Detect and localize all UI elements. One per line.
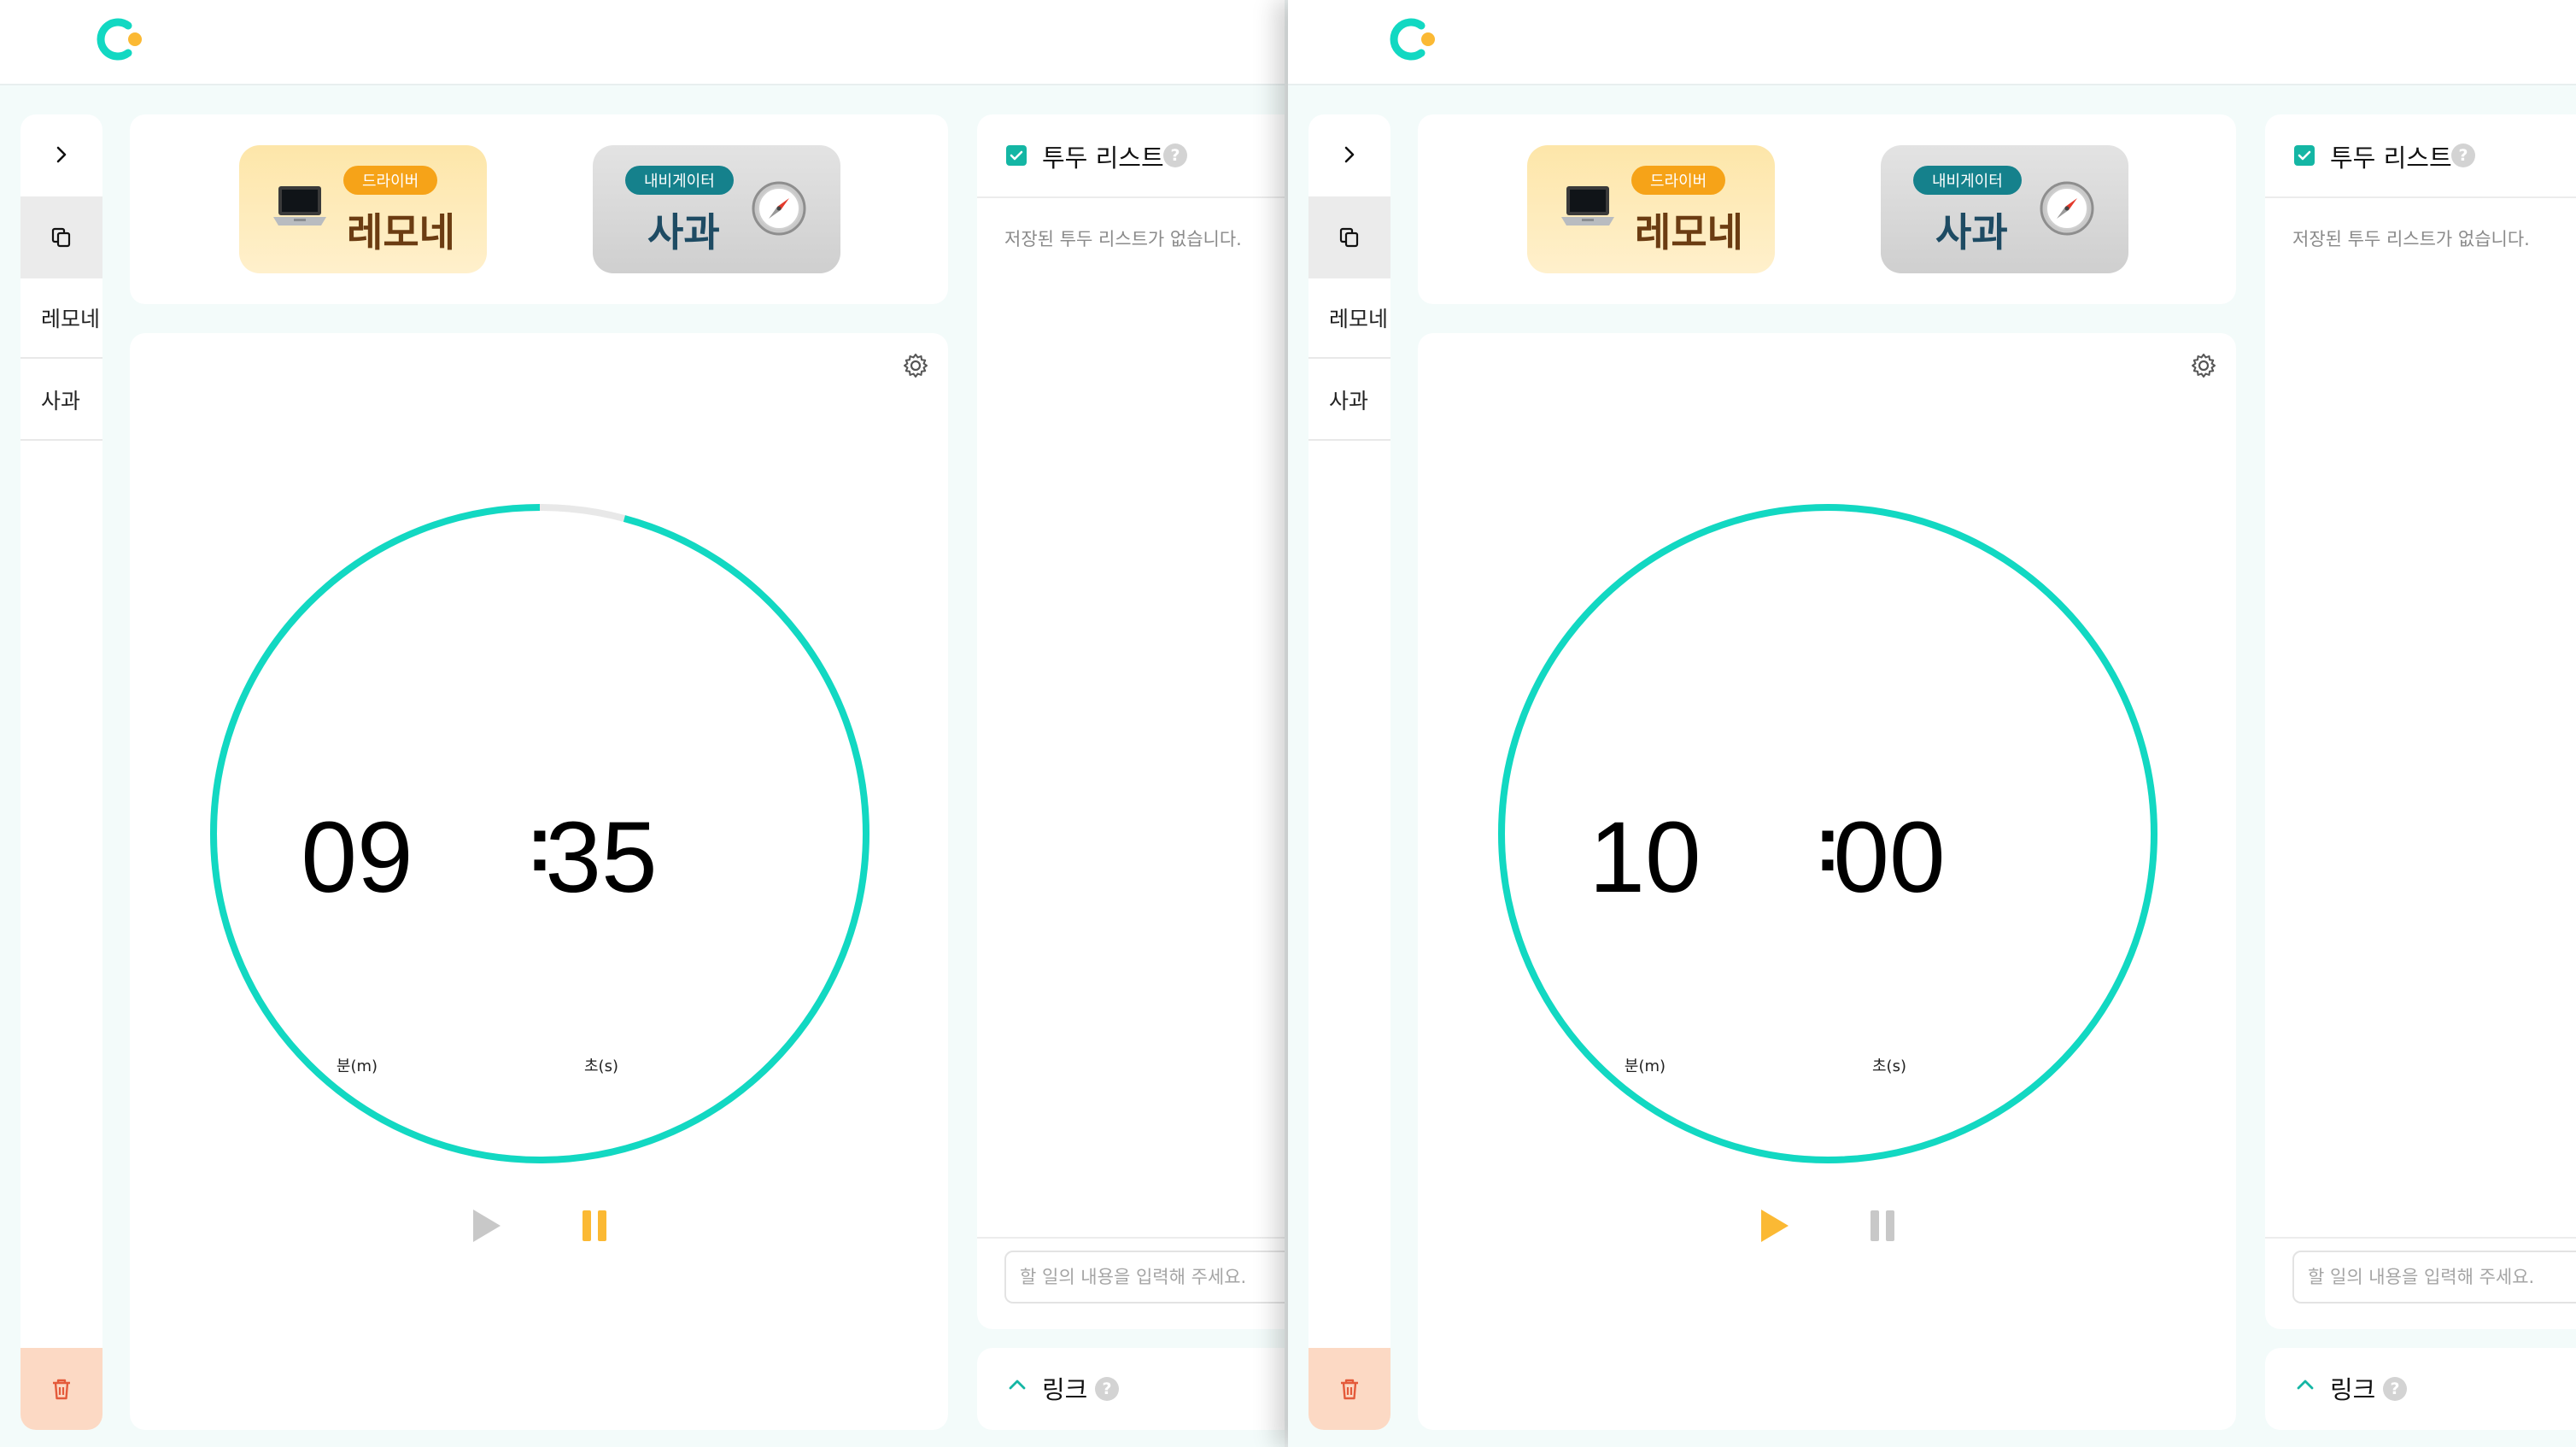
navigator-card[interactable]: 내비게이터 사과: [1881, 145, 2128, 273]
copy-button[interactable]: [1308, 196, 1390, 278]
todo-panel: 투두 리스트 ? 저장된 투두 리스트가 없습니다.: [977, 114, 1285, 1329]
time-display: 10 : 00 분(m) 초(s): [1495, 501, 2161, 1167]
todo-header: 투두 리스트 ?: [977, 114, 1285, 198]
seconds-unit: 초(s): [1872, 1057, 1906, 1075]
todo-input[interactable]: [2292, 1251, 2576, 1303]
driver-card[interactable]: 드라이버 레모네: [239, 145, 487, 273]
copy-button[interactable]: [20, 196, 102, 278]
todo-panel: 투두 리스트 ? 저장된 투두 리스트가 없습니다.: [2265, 114, 2576, 1329]
divider: [2265, 1237, 2576, 1239]
role-cards: 드라이버 레모네 내비게이터 사과: [1418, 114, 2236, 304]
todo-header: 투두 리스트 ?: [2265, 114, 2576, 198]
sidebar-item-navigator[interactable]: 사과: [1308, 360, 1390, 441]
navigator-name: 사과: [647, 209, 720, 255]
minutes-value: 09: [301, 801, 413, 914]
chevron-up-icon: [2297, 1380, 2314, 1390]
pause-button[interactable]: [1862, 1204, 1905, 1247]
laptop-icon: [1561, 186, 1614, 226]
app-logo[interactable]: [94, 15, 149, 63]
seconds-value: 35: [545, 801, 658, 914]
help-icon[interactable]: ?: [2451, 144, 2475, 167]
sidebar-item-navigator[interactable]: 사과: [20, 360, 102, 441]
compass-icon: [2040, 181, 2094, 236]
todo-title: 투두 리스트: [2330, 144, 2452, 173]
links-title: 링크: [1042, 1375, 1088, 1404]
sidebar: 레모네 사과: [20, 114, 102, 1430]
sidebar: 레모네 사과: [1308, 114, 1390, 1430]
navigator-badge: 내비게이터: [625, 166, 734, 195]
trash-icon: [1341, 1379, 1358, 1400]
help-icon[interactable]: ?: [1163, 144, 1187, 167]
compass-icon: [752, 181, 806, 236]
delete-button[interactable]: [20, 1348, 102, 1430]
links-panel[interactable]: 링크 ?: [977, 1348, 1285, 1430]
copy-icon: [51, 227, 71, 248]
sidebar-expand-button[interactable]: [1308, 114, 1390, 195]
delete-button[interactable]: [1308, 1348, 1390, 1430]
sidebar-expand-button[interactable]: [20, 114, 102, 195]
play-button[interactable]: [1753, 1204, 1795, 1247]
app-window-left: 레모네 사과 드라이버 레모네 내비게이터 사과 09 : 35 분(m) 초(…: [0, 0, 1285, 1447]
minutes-unit: 분(m): [1624, 1057, 1666, 1075]
minutes-unit: 분(m): [336, 1057, 378, 1075]
todo-empty-text: 저장된 투두 리스트가 없습니다.: [1004, 229, 1242, 249]
todo-title: 투두 리스트: [1042, 144, 1164, 173]
driver-badge: 드라이버: [343, 166, 438, 195]
checkbox-icon: [1006, 145, 1027, 166]
navigator-name: 사과: [1935, 209, 2008, 255]
seconds-unit: 초(s): [584, 1057, 618, 1075]
navigator-card[interactable]: 내비게이터 사과: [593, 145, 840, 273]
sidebar-item-driver[interactable]: 레모네: [1308, 278, 1390, 359]
help-icon[interactable]: ?: [2383, 1377, 2407, 1401]
play-button[interactable]: [465, 1204, 507, 1247]
timer-card: 10 : 00 분(m) 초(s): [1418, 333, 2236, 1430]
app-logo[interactable]: [1387, 15, 1442, 63]
top-bar: [1288, 0, 2576, 85]
chevron-up-icon: [1009, 1380, 1026, 1390]
links-title: 링크: [2330, 1375, 2376, 1404]
gear-icon[interactable]: [902, 352, 929, 379]
sidebar-item-driver[interactable]: 레모네: [20, 278, 102, 359]
seconds-value: 00: [1833, 801, 1946, 914]
minutes-value: 10: [1589, 801, 1701, 914]
time-display: 09 : 35 분(m) 초(s): [207, 501, 873, 1167]
links-panel[interactable]: 링크 ?: [2265, 1348, 2576, 1430]
timer-card: 09 : 35 분(m) 초(s): [130, 333, 948, 1430]
app-window-right: 레모네 사과 드라이버 레모네 내비게이터 사과 10 : 00 분(m) 초(…: [1288, 0, 2576, 1447]
driver-card[interactable]: 드라이버 레모네: [1527, 145, 1775, 273]
driver-name: 레모네: [1635, 209, 1743, 255]
driver-name: 레모네: [347, 209, 455, 255]
help-icon[interactable]: ?: [1095, 1377, 1119, 1401]
chevron-right-icon: [1344, 146, 1355, 163]
top-bar: [0, 0, 1285, 85]
checkbox-icon: [2294, 145, 2315, 166]
pause-button[interactable]: [574, 1204, 617, 1247]
driver-badge: 드라이버: [1631, 166, 1726, 195]
trash-icon: [53, 1379, 70, 1400]
laptop-icon: [273, 186, 326, 226]
todo-empty-text: 저장된 투두 리스트가 없습니다.: [2292, 229, 2530, 249]
navigator-badge: 내비게이터: [1913, 166, 2022, 195]
gear-icon[interactable]: [2190, 352, 2217, 379]
copy-icon: [1339, 227, 1359, 248]
divider: [977, 1237, 1285, 1239]
role-cards: 드라이버 레모네 내비게이터 사과: [130, 114, 948, 304]
chevron-right-icon: [56, 146, 67, 163]
todo-input[interactable]: [1004, 1251, 1285, 1303]
